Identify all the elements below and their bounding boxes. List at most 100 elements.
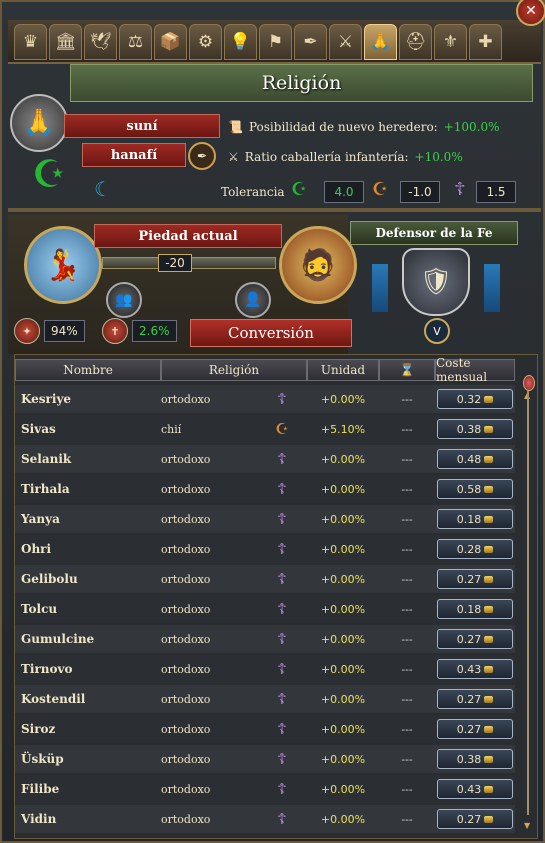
convert-province-button[interactable]: 0.27	[437, 809, 513, 829]
province-religion: ortodoxo	[161, 602, 211, 616]
table-row[interactable]: Siroz ortodoxo ☦ +0.00% --- 0.27	[15, 715, 515, 743]
piety-value: -20	[158, 254, 192, 272]
convert-province-button[interactable]: 0.58	[437, 479, 513, 499]
province-name[interactable]: Gumulcine	[15, 632, 161, 646]
convert-province-button[interactable]: 0.27	[437, 719, 513, 739]
army-icon[interactable]: ⚔	[329, 24, 362, 60]
table-row[interactable]: Kostendil ortodoxo ☦ +0.00% --- 0.27	[15, 685, 515, 713]
convert-province-button[interactable]: 0.38	[437, 749, 513, 769]
province-time: ---	[401, 722, 413, 736]
dove-icon[interactable]: 🕊	[84, 24, 117, 60]
province-name[interactable]: Gelibolu	[15, 572, 161, 586]
praying-hands-icon[interactable]: 🙏	[364, 24, 397, 60]
province-name[interactable]: Siroz	[15, 722, 161, 736]
legalist-action-button[interactable]: 👤	[235, 282, 271, 318]
table-row[interactable]: Tolcu ortodoxo ☦ +0.00% --- 0.18	[15, 595, 515, 623]
province-unity: +0.00%	[320, 662, 366, 676]
table-row[interactable]: Kesriye ortodoxo ☦ +0.00% --- 0.32	[15, 385, 515, 413]
column-unity[interactable]: Unidad	[307, 359, 379, 381]
table-row[interactable]: Filibe ortodoxo ☦ +0.00% --- 0.43	[15, 775, 515, 803]
province-time: ---	[401, 692, 413, 706]
province-religion: ortodoxo	[161, 542, 211, 556]
decisions-icon[interactable]: ✚	[469, 24, 502, 60]
religion-name: suní	[64, 114, 220, 138]
cost-value: 0.18	[456, 512, 482, 526]
convert-province-button[interactable]: 0.43	[437, 659, 513, 679]
column-monthly-cost[interactable]: Coste mensual	[435, 356, 515, 384]
province-name[interactable]: Yanya	[15, 512, 161, 526]
province-name[interactable]: Kostendil	[15, 692, 161, 706]
table-row[interactable]: Selanik ortodoxo ☦ +0.00% --- 0.48	[15, 445, 515, 473]
column-religion[interactable]: Religión	[161, 359, 307, 381]
convert-province-button[interactable]: 0.27	[437, 569, 513, 589]
convert-province-button[interactable]: 0.32	[437, 389, 513, 409]
province-name[interactable]: Ohri	[15, 542, 161, 556]
scroll-track[interactable]	[527, 391, 529, 815]
province-name[interactable]: Sivas	[15, 422, 161, 436]
unity-value: 94%	[44, 320, 85, 342]
sunni-crescent-icon: ☪	[32, 152, 67, 196]
table-header: Nombre Religión Unidad ⌛ Coste mensual	[15, 356, 515, 384]
orthodox-cross-icon: ☦	[277, 750, 287, 768]
table-row[interactable]: Yanya ortodoxo ☦ +0.00% --- 0.18	[15, 505, 515, 533]
heathen-icon: ☦	[454, 179, 466, 200]
scroll-knob[interactable]	[523, 375, 535, 391]
merchants-icon[interactable]: ⚖	[119, 24, 152, 60]
province-name[interactable]: Selanik	[15, 452, 161, 466]
province-name[interactable]: Tirhala	[15, 482, 161, 496]
table-row[interactable]: Sivas chií ☪ +5.10% --- 0.38	[15, 415, 515, 443]
defender-shield-icon[interactable]: 🛡	[402, 248, 470, 316]
orthodox-cross-icon: ☦	[277, 540, 287, 558]
crown-icon[interactable]: ♛	[14, 24, 47, 60]
convert-province-button[interactable]: 0.38	[437, 419, 513, 439]
table-row[interactable]: Ohri ortodoxo ☦ +0.00% --- 0.28	[15, 535, 515, 563]
table-row[interactable]: Vidin ortodoxo ☦ +0.00% --- 0.27	[15, 805, 515, 833]
cost-value: 0.27	[456, 632, 482, 646]
missionary-icon: ✝	[102, 318, 128, 344]
helmet-icon[interactable]: ⛑	[399, 24, 432, 60]
province-name[interactable]: Üsküp	[15, 752, 161, 766]
change-school-button[interactable]: ✒	[188, 142, 216, 170]
column-name[interactable]: Nombre	[15, 359, 161, 381]
close-button[interactable]: ✕	[516, 0, 545, 26]
lightbulb-icon[interactable]: 💡	[224, 24, 257, 60]
table-row[interactable]: Gelibolu ortodoxo ☦ +0.00% --- 0.27	[15, 565, 515, 593]
courthouse-icon[interactable]: 🏛	[49, 24, 82, 60]
cost-value: 0.18	[456, 602, 482, 616]
province-time: ---	[401, 812, 413, 826]
flag-icon[interactable]: ⚑	[259, 24, 292, 60]
gold-coin-icon	[484, 695, 494, 703]
province-name[interactable]: Filibe	[15, 782, 161, 796]
cost-value: 0.27	[456, 812, 482, 826]
quill-icon[interactable]: ✒	[294, 24, 327, 60]
convert-province-button[interactable]: 0.18	[437, 509, 513, 529]
province-name[interactable]: Tolcu	[15, 602, 161, 616]
gears-icon[interactable]: ⚙	[189, 24, 222, 60]
scrollbar[interactable]: ▲ ▼	[523, 375, 535, 833]
legalist-portrait: 🧔	[279, 226, 357, 304]
convert-province-button[interactable]: 0.18	[437, 599, 513, 619]
table-row[interactable]: Gumulcine ortodoxo ☦ +0.00% --- 0.27	[15, 625, 515, 653]
conversion-button[interactable]: Conversión	[190, 319, 352, 347]
table-row[interactable]: Üsküp ortodoxo ☦ +0.00% --- 0.38	[15, 745, 515, 773]
province-name[interactable]: Vidin	[15, 812, 161, 826]
table-row[interactable]: Tirnovo ortodoxo ☦ +0.00% --- 0.43	[15, 655, 515, 683]
table-row[interactable]: Tirhala ortodoxo ☦ +0.00% --- 0.58	[15, 475, 515, 503]
province-time: ---	[401, 542, 413, 556]
convert-province-button[interactable]: 0.28	[437, 539, 513, 559]
goods-icon[interactable]: 📦	[154, 24, 187, 60]
province-religion: ortodoxo	[161, 482, 211, 496]
estates-icon[interactable]: ⚜	[434, 24, 467, 60]
convert-province-button[interactable]: 0.43	[437, 779, 513, 799]
convert-province-button[interactable]: 0.27	[437, 629, 513, 649]
defender-rank-badge: V	[424, 318, 450, 344]
conversion-stat: ✝ 2.6%	[102, 318, 177, 344]
province-name[interactable]: Tirnovo	[15, 662, 161, 676]
mystic-action-button[interactable]: 👥	[106, 282, 142, 318]
convert-province-button[interactable]: 0.27	[437, 689, 513, 709]
province-unity: +0.00%	[320, 452, 366, 466]
column-time[interactable]: ⌛	[379, 359, 435, 381]
convert-province-button[interactable]: 0.48	[437, 449, 513, 469]
scroll-down-icon[interactable]: ▼	[524, 821, 530, 830]
province-name[interactable]: Kesriye	[15, 392, 161, 406]
